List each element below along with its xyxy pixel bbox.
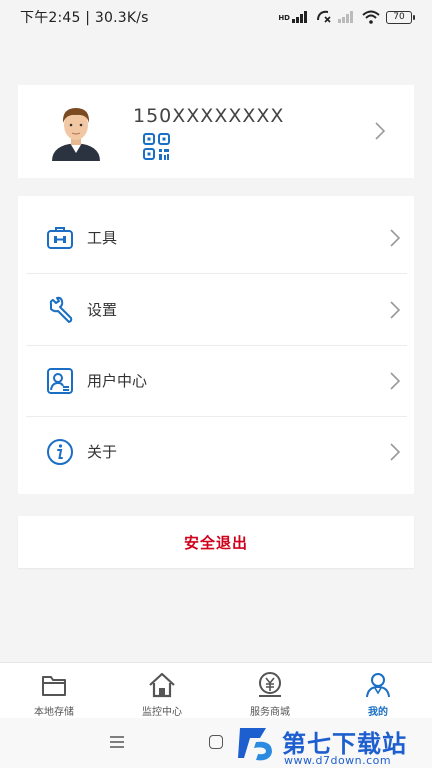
tab-monitor-center[interactable]: 监控中心 xyxy=(108,663,216,718)
watermark: 第七下载站 www.d7down.com xyxy=(236,722,432,768)
tab-label: 本地存储 xyxy=(34,707,74,718)
profile-card[interactable]: 150XXXXXXXX xyxy=(18,85,414,178)
yuan-store-icon xyxy=(259,672,281,697)
chevron-right-icon xyxy=(389,371,401,391)
battery-level: 70 xyxy=(393,12,405,22)
tab-service-mall[interactable]: 服务商城 xyxy=(216,663,324,718)
tab-mine[interactable]: 我的 xyxy=(324,663,432,718)
signal-weak-icon xyxy=(338,11,356,23)
tab-local-storage[interactable]: 本地存储 xyxy=(0,663,108,718)
status-bar: 下午2:45 | 30.3K/s HD 70 xyxy=(0,0,432,34)
menu-item-label: 设置 xyxy=(87,301,118,319)
battery-icon: 70 xyxy=(386,10,415,24)
home-icon xyxy=(149,672,175,698)
tab-label: 我的 xyxy=(368,707,388,718)
menu-item-label: 用户中心 xyxy=(87,372,148,390)
chevron-right-icon xyxy=(389,442,401,462)
toolbox-icon xyxy=(47,226,73,249)
user-card-icon xyxy=(47,367,73,394)
status-icons: HD 70 xyxy=(278,10,415,24)
tab-label: 监控中心 xyxy=(142,707,182,718)
wifi-icon xyxy=(362,10,380,24)
logout-label: 安全退出 xyxy=(183,533,248,552)
signal-strength-icon xyxy=(292,11,310,23)
menu-icon[interactable] xyxy=(110,736,124,748)
menu-item-label: 关于 xyxy=(87,443,118,461)
chevron-right-icon xyxy=(389,300,401,320)
info-icon xyxy=(47,438,73,465)
menu-item-settings[interactable]: 设置 xyxy=(26,274,407,345)
menu-item-label: 工具 xyxy=(87,229,118,247)
menu-item-about[interactable]: 关于 xyxy=(26,416,407,487)
phone-x-icon xyxy=(317,10,331,23)
watermark-logo-icon xyxy=(238,728,272,761)
watermark-url: www.d7down.com xyxy=(284,754,392,767)
wrench-icon xyxy=(49,296,73,323)
user-icon xyxy=(366,673,390,698)
folder-icon xyxy=(42,676,66,696)
qr-code-icon[interactable] xyxy=(143,133,171,161)
phone-number: 150XXXXXXXX xyxy=(133,105,285,127)
menu-item-user-center[interactable]: 用户中心 xyxy=(26,345,407,416)
user-avatar-icon xyxy=(52,108,100,161)
home-button-icon[interactable] xyxy=(209,735,223,749)
logout-button[interactable]: 安全退出 xyxy=(18,516,414,568)
chevron-right-icon xyxy=(389,228,401,248)
status-time-speed: 下午2:45 | 30.3K/s xyxy=(20,10,149,26)
bottom-tab-bar: 本地存储 监控中心 服务商城 我的 xyxy=(0,662,432,718)
chevron-right-icon xyxy=(374,121,386,141)
hd-badge: HD xyxy=(278,14,290,22)
menu-item-tools[interactable]: 工具 xyxy=(26,202,407,273)
tab-label: 服务商城 xyxy=(250,707,290,718)
menu-card: 工具 设置 用户中心 关于 xyxy=(18,196,414,494)
